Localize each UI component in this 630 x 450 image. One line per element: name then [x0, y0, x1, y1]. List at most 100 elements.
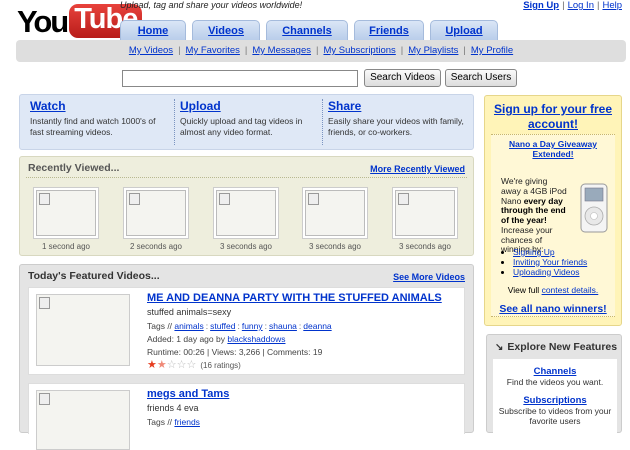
- share-link[interactable]: Share: [328, 99, 361, 113]
- video-tags: Tags // friends: [147, 417, 463, 427]
- search-users-button[interactable]: Search Users: [445, 69, 517, 87]
- intro-watch: Watch Instantly find and watch 1000's of…: [30, 99, 170, 137]
- my-messages-link[interactable]: My Messages: [252, 45, 311, 56]
- tag-link[interactable]: animals: [174, 321, 203, 331]
- video-title-link[interactable]: megs and Tams: [147, 388, 229, 400]
- tag-link[interactable]: funny: [242, 321, 263, 331]
- intro-panel: Watch Instantly find and watch 1000's of…: [19, 94, 474, 150]
- upload-link[interactable]: Upload: [180, 99, 221, 113]
- tab-channels[interactable]: Channels: [266, 20, 348, 40]
- star-icon[interactable]: ☆: [177, 359, 187, 371]
- user-link[interactable]: blackshaddows: [227, 334, 285, 344]
- my-videos-link[interactable]: My Videos: [129, 45, 173, 56]
- video-description: friends 4 eva: [147, 403, 199, 413]
- share-text: Easily share your videos with family, fr…: [328, 116, 464, 137]
- tab-videos[interactable]: Videos: [192, 20, 260, 40]
- star-icon[interactable]: ☆: [187, 359, 197, 371]
- video-stats: Runtime: 00:26 | Views: 3,266 | Comments…: [147, 347, 323, 357]
- recent-time: 3 seconds ago: [219, 242, 273, 251]
- subscriptions-feature-link[interactable]: Subscriptions: [523, 395, 586, 406]
- recent-time: 2 seconds ago: [129, 242, 183, 251]
- star-icon[interactable]: ★: [147, 359, 157, 371]
- tags-label: Tags //: [147, 321, 173, 331]
- logo-you: You: [17, 3, 69, 39]
- recent-thumbnail[interactable]: [392, 187, 458, 239]
- tab-home[interactable]: Home: [120, 20, 186, 40]
- video-title-link[interactable]: ME AND DEANNA PARTY WITH THE STUFFED ANI…: [147, 292, 442, 304]
- contest-details: View full contest details.: [491, 285, 615, 295]
- tab-home-label[interactable]: Home: [138, 25, 169, 37]
- my-playlists-link[interactable]: My Playlists: [408, 45, 458, 56]
- tag-link[interactable]: friends: [174, 417, 200, 427]
- recent-thumbnail[interactable]: [302, 187, 368, 239]
- tags-label: Tags //: [147, 417, 173, 427]
- arrow-icon: ↘: [495, 341, 504, 353]
- search-input[interactable]: [122, 70, 358, 87]
- video-thumbnail[interactable]: [36, 390, 130, 450]
- sign-up-link[interactable]: Sign Up: [523, 0, 559, 11]
- tag-link[interactable]: shauna: [269, 321, 297, 331]
- star-icon[interactable]: ☆: [167, 359, 177, 371]
- video-thumbnail[interactable]: [36, 294, 130, 366]
- ipod-nano-icon: [580, 183, 608, 233]
- contest-details-link[interactable]: contest details.: [542, 285, 599, 295]
- ratings-count: (16 ratings): [200, 360, 241, 370]
- sub-navigation: My Videos | My Favorites | My Messages | My Su…: [16, 40, 626, 62]
- nano-winners-link[interactable]: See all nano winners!: [485, 303, 621, 315]
- tab-friends-label[interactable]: Friends: [369, 25, 409, 37]
- tab-upload[interactable]: Upload: [430, 20, 498, 40]
- watch-text: Instantly find and watch 1000's of fast …: [30, 116, 156, 137]
- upload-text: Quickly upload and tag videos in almost …: [180, 116, 303, 137]
- recent-time: 3 seconds ago: [398, 242, 452, 251]
- video-row: megs and Tams friends 4 eva Tags // frie…: [28, 383, 465, 450]
- explore-title: Explore New Features: [507, 341, 618, 353]
- sign-up-promo-link[interactable]: Sign up for your free account!: [485, 102, 621, 132]
- recent-thumbnail[interactable]: [33, 187, 99, 239]
- feature-text: Find the videos you want.: [506, 376, 604, 387]
- search-videos-button[interactable]: Search Videos: [364, 69, 441, 87]
- divider: [174, 99, 175, 145]
- tab-friends[interactable]: Friends: [354, 20, 424, 40]
- top-links: Sign Up | Log In | Help: [523, 0, 622, 11]
- tab-upload-label[interactable]: Upload: [445, 25, 482, 37]
- intro-upload: Upload Quickly upload and tag videos in …: [180, 99, 320, 137]
- watch-link[interactable]: Watch: [30, 99, 66, 113]
- inviting-friends-link[interactable]: Inviting Your friends: [513, 257, 587, 267]
- tag-link[interactable]: stuffed: [210, 321, 235, 331]
- intro-share: Share Easily share your videos with fami…: [328, 99, 468, 137]
- tab-channels-label[interactable]: Channels: [282, 25, 332, 37]
- main-tabs: Home Videos Channels Friends Upload: [120, 20, 498, 40]
- explore-features-panel: ↘ Explore New Features Channels Find the…: [486, 334, 622, 434]
- feature-text: Subscribe to videos from your favorite u…: [498, 405, 612, 426]
- recently-viewed-panel: Recently Viewed... More Recently Viewed …: [19, 156, 474, 256]
- recently-viewed-title: Recently Viewed...: [28, 162, 120, 174]
- giveaway-text: We're giving away a 4GB iPod Nano every …: [501, 176, 569, 255]
- recent-thumbnail[interactable]: [123, 187, 189, 239]
- more-recently-viewed-link[interactable]: More Recently Viewed: [370, 164, 465, 174]
- help-link[interactable]: Help: [602, 0, 622, 11]
- nano-giveaway-box: Nano a Day Giveaway Extended! We're givi…: [491, 134, 615, 317]
- my-profile-link[interactable]: My Profile: [471, 45, 513, 56]
- featured-videos-title: Today's Featured Videos...: [28, 270, 160, 282]
- my-favorites-link[interactable]: My Favorites: [186, 45, 240, 56]
- tab-videos-label[interactable]: Videos: [208, 25, 244, 37]
- video-description: stuffed animals=sexy: [147, 307, 232, 317]
- recent-thumbnail[interactable]: [213, 187, 279, 239]
- signing-up-link[interactable]: Signing Up: [513, 247, 555, 257]
- tag-link[interactable]: deanna: [303, 321, 331, 331]
- channels-feature-link[interactable]: Channels: [534, 366, 577, 377]
- nano-giveaway-link[interactable]: Nano a Day Giveaway Extended!: [491, 139, 615, 159]
- recent-time: 3 seconds ago: [308, 242, 362, 251]
- star-icon[interactable]: ★: [157, 359, 167, 371]
- see-more-videos-link[interactable]: See More Videos: [393, 272, 465, 282]
- uploading-videos-link[interactable]: Uploading Videos: [513, 267, 579, 277]
- video-tags: Tags // animals: stuffed: funny: shauna: dea…: [147, 321, 332, 331]
- divider: [322, 99, 323, 145]
- my-subscriptions-link[interactable]: My Subscriptions: [323, 45, 395, 56]
- log-in-link[interactable]: Log In: [568, 0, 594, 11]
- divider: [26, 177, 467, 178]
- added-text: Added: 1 day ago by: [147, 334, 225, 344]
- video-added: Added: 1 day ago by blackshaddows: [147, 334, 463, 344]
- stars: ★★☆☆☆: [147, 359, 197, 371]
- star-rating[interactable]: ★★☆☆☆ (16 ratings): [147, 359, 463, 371]
